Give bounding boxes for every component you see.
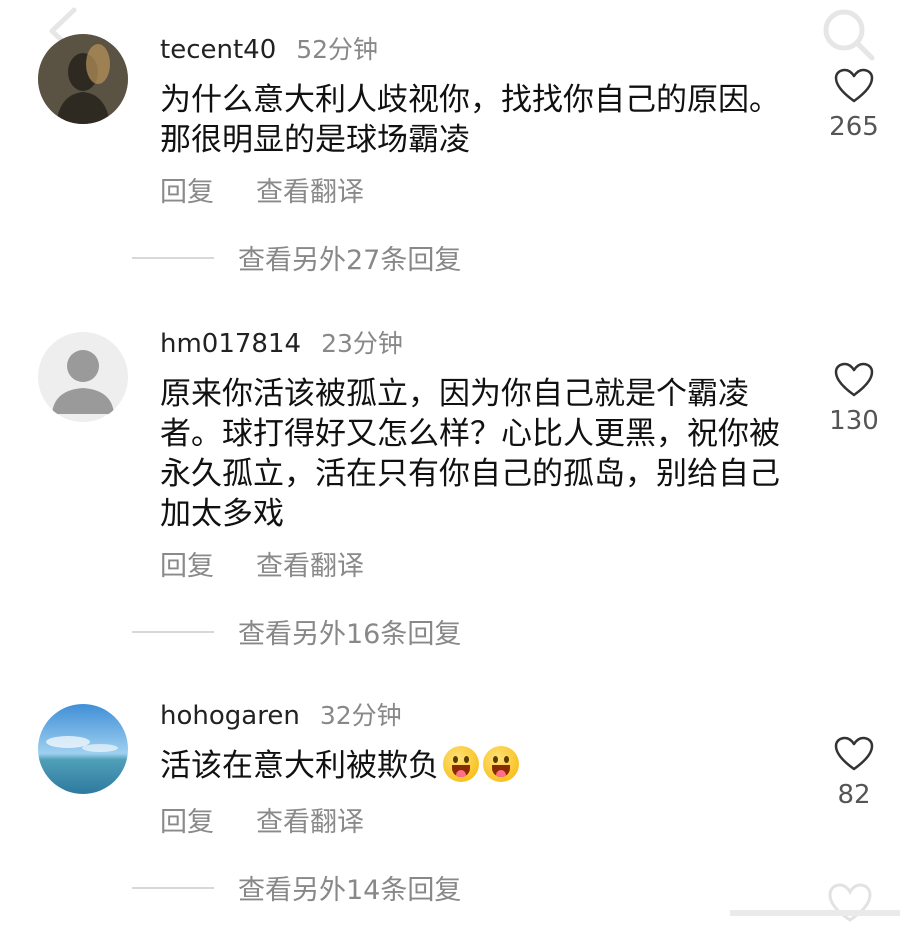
comment-timestamp: 32分钟 <box>319 701 402 730</box>
comment-text: 为什么意大利人歧视你，找找你自己的原因。那很明显的是球场霸凌 <box>160 82 780 158</box>
comment-timestamp: 52分钟 <box>296 35 379 64</box>
reply-button[interactable]: 回复 <box>160 544 214 583</box>
translate-button[interactable]: 查看翻译 <box>256 544 364 583</box>
comment-username[interactable]: tecent40 <box>160 35 276 65</box>
avatar[interactable] <box>38 34 128 124</box>
divider-line <box>132 256 214 259</box>
view-more-replies[interactable]: 查看另外27条回复 <box>132 238 461 277</box>
avatar[interactable] <box>38 332 128 422</box>
tongue-out-emoji-icon <box>483 746 519 782</box>
translate-button[interactable]: 查看翻译 <box>256 170 364 209</box>
comment-username[interactable]: hm017814 <box>160 329 301 359</box>
tongue-out-emoji-icon <box>443 746 479 782</box>
reply-button[interactable]: 回复 <box>160 800 214 839</box>
avatar[interactable] <box>38 704 128 794</box>
top-bar <box>0 0 922 61</box>
translate-button[interactable]: 查看翻译 <box>256 800 364 839</box>
reply-button[interactable]: 回复 <box>160 170 214 209</box>
search-icon[interactable] <box>820 6 878 62</box>
divider-line <box>132 886 214 889</box>
comment-text: 原来你活该被孤立，因为你自己就是个霸凌者。球打得好又怎么样？心比人更黑，祝你被永… <box>160 376 780 532</box>
heart-icon[interactable] <box>834 362 874 398</box>
view-more-replies[interactable]: 查看另外16条回复 <box>132 612 461 651</box>
comment-username[interactable]: hohogaren <box>160 701 300 731</box>
view-replies-label[interactable]: 查看另外14条回复 <box>238 868 461 907</box>
comment-text-content: 活该在意大利被欺负 <box>160 748 439 784</box>
view-replies-label[interactable]: 查看另外16条回复 <box>238 612 461 651</box>
view-replies-label[interactable]: 查看另外27条回复 <box>238 238 461 277</box>
view-more-replies[interactable]: 查看另外14条回复 <box>132 868 461 907</box>
comment-timestamp: 23分钟 <box>321 329 403 358</box>
watermark-logo-icon <box>730 883 900 922</box>
heart-icon[interactable] <box>834 68 874 104</box>
like-count: 265 <box>829 112 879 142</box>
like-count: 130 <box>829 406 879 436</box>
comment-text: 活该在意大利被欺负 <box>160 746 800 786</box>
like-count: 82 <box>837 780 871 810</box>
divider-line <box>132 630 214 633</box>
heart-icon[interactable] <box>834 736 874 772</box>
